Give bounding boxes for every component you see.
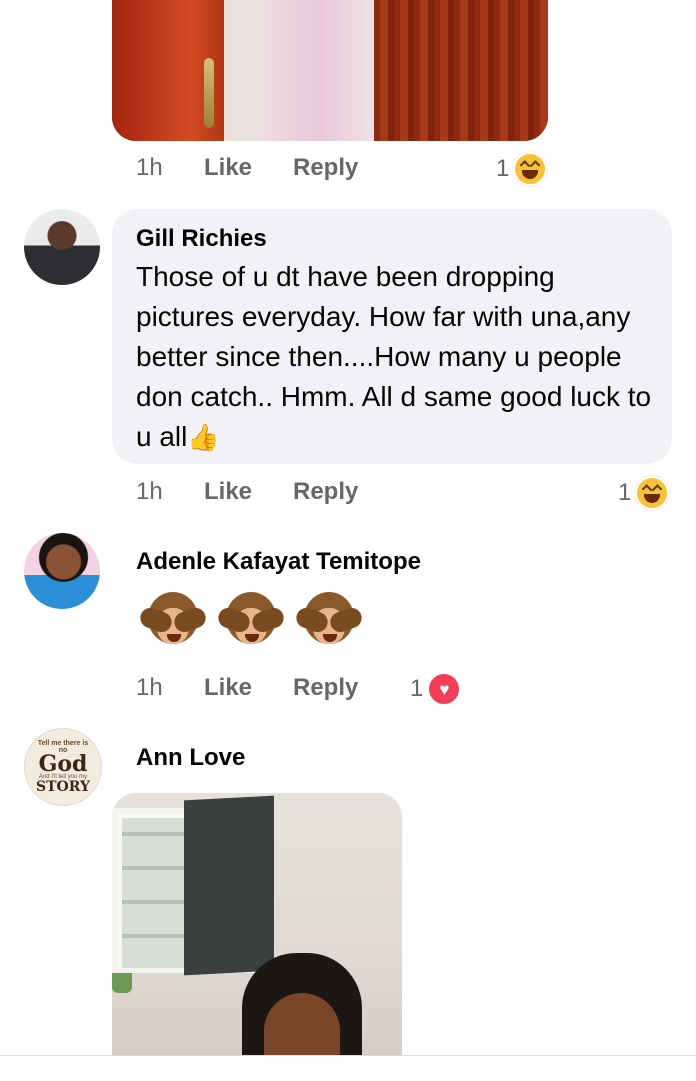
- photo-door-right: [374, 0, 548, 141]
- heart-icon: ♥: [427, 672, 462, 706]
- like-button[interactable]: Like: [204, 674, 293, 702]
- avatar-text-line: God: [38, 751, 88, 777]
- bottom-divider: [0, 1055, 696, 1081]
- comment-photo[interactable]: [112, 793, 402, 1055]
- laugh-emoji-icon: [635, 476, 670, 510]
- comment-bubble: Gill Richies Those of u dt have been dro…: [112, 209, 672, 464]
- reaction-count: 1: [618, 479, 632, 506]
- photo-person: [262, 0, 380, 141]
- reply-button[interactable]: Reply: [293, 478, 358, 506]
- comment-time[interactable]: 1h: [136, 154, 204, 182]
- comment-actions: 1h Like Reply: [136, 668, 358, 708]
- photo-door-handle: [204, 58, 214, 128]
- comment-author[interactable]: Adenle Kafayat Temitope: [136, 548, 421, 576]
- comment-photo[interactable]: [112, 0, 548, 141]
- laugh-emoji-icon: [513, 152, 548, 186]
- avatar[interactable]: Tell me there is no God And I'll tell yo…: [24, 728, 102, 806]
- comment-author[interactable]: Ann Love: [136, 744, 245, 772]
- reply-button[interactable]: Reply: [293, 154, 358, 182]
- avatar[interactable]: [24, 533, 100, 609]
- reaction-summary[interactable]: 1: [618, 476, 670, 510]
- comment-time[interactable]: 1h: [136, 674, 204, 702]
- avatar-text-line: Tell me there is: [37, 740, 89, 747]
- comment-actions: 1h Like Reply: [136, 148, 358, 188]
- comment-actions: 1h Like Reply: [136, 472, 358, 512]
- comment-emoji-row: [137, 590, 374, 661]
- reaction-summary[interactable]: 1: [496, 152, 548, 186]
- reaction-count: 1: [496, 155, 510, 182]
- photo-window-screen: [184, 795, 274, 976]
- see-no-evil-monkey-icon: [137, 590, 209, 656]
- comment-text: Those of u dt have been dropping picture…: [136, 257, 656, 457]
- like-button[interactable]: Like: [204, 154, 293, 182]
- like-button[interactable]: Like: [204, 478, 293, 506]
- thumbs-up-icon: 👍: [187, 422, 220, 452]
- reply-button[interactable]: Reply: [293, 674, 358, 702]
- avatar-text-line: STORY: [36, 779, 90, 795]
- comment-time[interactable]: 1h: [136, 478, 204, 506]
- see-no-evil-monkey-icon: [215, 590, 287, 656]
- reaction-count: 1: [410, 675, 424, 702]
- see-no-evil-monkey-icon: [293, 590, 365, 656]
- comment-author[interactable]: Gill Richies: [136, 225, 267, 253]
- avatar[interactable]: [24, 209, 100, 285]
- reaction-summary[interactable]: 1 ♥: [410, 672, 462, 706]
